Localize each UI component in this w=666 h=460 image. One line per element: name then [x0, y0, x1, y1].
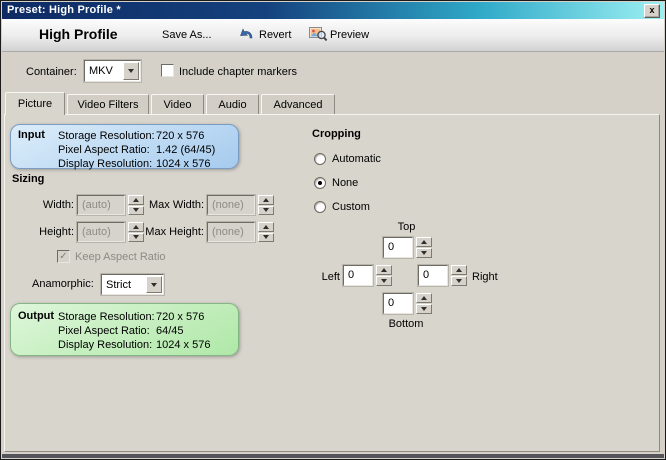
cropping-none-radio[interactable] — [314, 177, 326, 189]
anamorphic-dropdown-button[interactable] — [146, 276, 162, 293]
height-input[interactable]: (auto) — [77, 222, 125, 242]
chapter-markers-checkbox[interactable] — [161, 64, 174, 77]
container-label: Container: — [26, 66, 77, 78]
cropping-automatic-label: Automatic — [332, 153, 381, 165]
revert-icon[interactable] — [238, 26, 256, 42]
close-button[interactable]: x — [644, 4, 660, 18]
picture-tab-panel: Input Storage Resolution:720 x 576 Pixel… — [4, 114, 660, 452]
input-par-row: Pixel Aspect Ratio: 1.42 (64/45) — [58, 144, 216, 156]
tab-audio[interactable]: Audio — [206, 94, 259, 115]
crop-left-input[interactable]: 0 — [343, 265, 373, 286]
arrow-down-icon — [263, 235, 269, 240]
max-height-input[interactable]: (none) — [207, 222, 255, 242]
spin-up-button[interactable] — [258, 195, 274, 205]
preset-name-heading: High Profile — [39, 26, 118, 42]
arrow-up-icon — [421, 296, 427, 300]
arrow-down-icon — [263, 208, 269, 213]
titlebar[interactable]: Preset: High Profile * x — [2, 2, 664, 19]
arrow-down-icon — [421, 251, 427, 255]
crop-right-stepper[interactable] — [451, 265, 467, 286]
revert-button[interactable]: Revert — [259, 29, 291, 41]
arrow-up-icon — [381, 268, 387, 272]
input-box-rows: Storage Resolution:720 x 576 Pixel Aspec… — [58, 129, 215, 171]
max-width-input[interactable]: (none) — [207, 195, 255, 215]
cropping-custom-label: Custom — [332, 201, 370, 213]
spin-up-button[interactable] — [258, 222, 274, 232]
container-value: MKV — [89, 65, 113, 77]
crop-left-label: Left — [321, 271, 340, 283]
spin-down-button[interactable] — [376, 276, 392, 286]
width-input[interactable]: (auto) — [77, 195, 125, 215]
height-label: Height: — [39, 226, 74, 238]
arrow-down-icon — [456, 279, 462, 283]
input-box-title: Input — [18, 129, 45, 141]
width-label: Width: — [42, 199, 74, 211]
input-storage-row: Storage Resolution:720 x 576 — [58, 130, 205, 142]
cropping-title: Cropping — [312, 128, 361, 140]
cropping-custom-radio[interactable] — [314, 201, 326, 213]
spin-up-button[interactable] — [416, 237, 432, 247]
preview-button[interactable]: Preview — [330, 29, 369, 41]
chevron-down-icon — [151, 282, 157, 287]
crop-top-stepper[interactable] — [416, 237, 432, 258]
window-bottom-edge — [2, 454, 664, 458]
anamorphic-select[interactable]: Strict — [101, 274, 164, 295]
spin-down-button[interactable] — [258, 232, 274, 242]
keep-aspect-label: Keep Aspect Ratio — [75, 251, 166, 263]
cropping-none-label: None — [332, 177, 359, 189]
crop-top-input[interactable]: 0 — [383, 237, 413, 258]
output-display-row: Display Resolution: 1024 x 576 — [58, 339, 211, 351]
arrow-up-icon — [263, 197, 269, 202]
crop-left-stepper[interactable] — [376, 265, 392, 286]
tab-advanced[interactable]: Advanced — [261, 94, 335, 115]
tab-picture[interactable]: Picture — [5, 92, 65, 115]
crop-top-label: Top — [397, 221, 416, 233]
anamorphic-value: Strict — [106, 278, 132, 291]
spin-down-button[interactable] — [416, 248, 432, 258]
chapter-markers-label: Include chapter markers — [179, 66, 297, 78]
preview-icon[interactable] — [309, 26, 328, 42]
cropping-automatic-radio[interactable] — [314, 153, 326, 165]
spin-up-button[interactable] — [376, 265, 392, 275]
input-display-row: Display Resolution: 1024 x 576 — [58, 158, 211, 170]
keep-aspect-checkbox[interactable]: ✓ — [57, 250, 70, 263]
sizing-title: Sizing — [12, 173, 45, 185]
max-height-label: Max Height: — [145, 226, 204, 238]
spin-up-button[interactable] — [416, 293, 432, 303]
container-dropdown-button[interactable] — [123, 62, 139, 80]
max-width-label: Max Width: — [148, 199, 204, 211]
arrow-up-icon — [421, 240, 427, 244]
output-storage-row: Storage Resolution:720 x 576 — [58, 311, 205, 323]
container-select[interactable]: MKV — [84, 60, 141, 82]
output-par-row: Pixel Aspect Ratio: 64/45 — [58, 325, 184, 337]
input-info-box: Input Storage Resolution:720 x 576 Pixel… — [10, 124, 239, 171]
crop-bottom-stepper[interactable] — [416, 293, 432, 314]
toolbar: High Profile Save As... Revert Preview — [2, 19, 664, 52]
preset-editor-window: Preset: High Profile * x High Profile Sa… — [0, 0, 666, 460]
crop-right-input[interactable]: 0 — [418, 265, 448, 286]
spin-down-button[interactable] — [416, 304, 432, 314]
arrow-up-icon — [263, 224, 269, 229]
crop-right-label: Right — [472, 271, 498, 283]
arrow-up-icon — [456, 268, 462, 272]
anamorphic-label: Anamorphic: — [32, 278, 94, 290]
max-height-stepper[interactable] — [258, 222, 274, 242]
max-width-stepper[interactable] — [258, 195, 274, 215]
window-title: Preset: High Profile * — [7, 4, 121, 16]
output-box-title: Output — [18, 310, 55, 322]
chevron-down-icon — [128, 69, 134, 73]
tab-video[interactable]: Video — [151, 94, 204, 115]
save-as-button[interactable]: Save As... — [162, 29, 212, 41]
crop-bottom-input[interactable]: 0 — [383, 293, 413, 314]
tab-video-filters[interactable]: Video Filters — [67, 94, 149, 115]
spin-down-button[interactable] — [258, 205, 274, 215]
spin-up-button[interactable] — [451, 265, 467, 275]
spin-down-button[interactable] — [451, 276, 467, 286]
arrow-down-icon — [381, 279, 387, 283]
arrow-down-icon — [421, 307, 427, 311]
output-box-rows: Storage Resolution:720 x 576 Pixel Aspec… — [58, 310, 210, 352]
crop-bottom-label: Bottom — [388, 318, 424, 330]
output-info-box: Output Storage Resolution:720 x 576 Pixe… — [10, 303, 239, 356]
